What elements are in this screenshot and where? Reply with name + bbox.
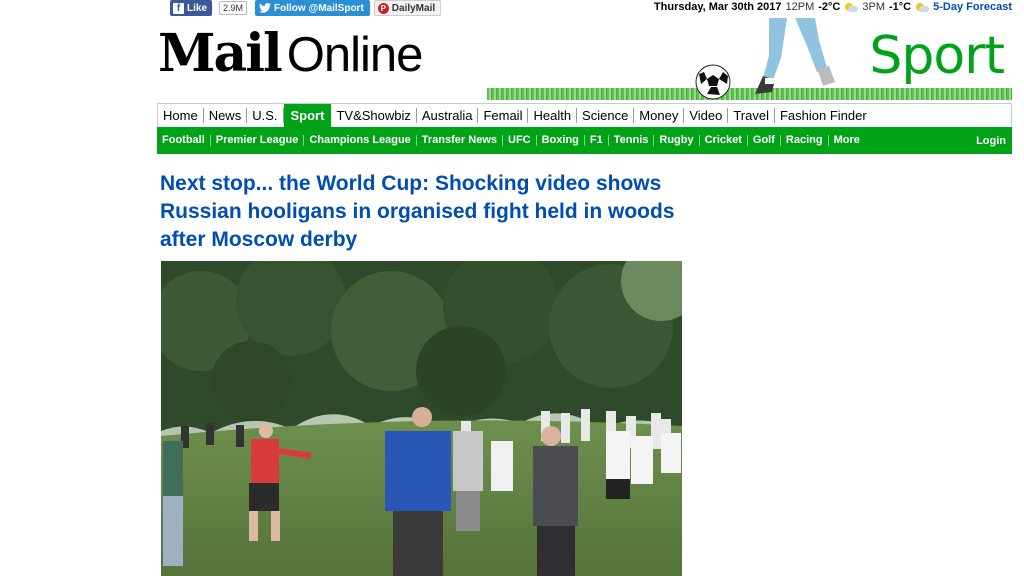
logo-online-text: Online xyxy=(286,28,424,82)
nav-item-news[interactable]: News xyxy=(204,108,248,123)
logo-mail-text: Mail xyxy=(158,23,283,84)
nav-item-health[interactable]: Health xyxy=(528,108,578,123)
article-headline[interactable]: Next stop... the World Cup: Shocking vid… xyxy=(160,170,700,254)
nav-item-money[interactable]: Money xyxy=(634,108,685,123)
twitter-follow-label: Follow @MailSport xyxy=(274,2,364,14)
partly-cloudy-icon xyxy=(844,2,859,13)
weather-time-2: 3PM xyxy=(862,1,885,13)
sport-subnavigation: Football Premier League Champions League… xyxy=(157,127,1012,154)
partly-cloudy-icon xyxy=(915,2,930,13)
top-bar: f Like 2.9M Follow @MailSport P DailyMai… xyxy=(0,0,1024,18)
main-navigation: Home News U.S. Sport TV&Showbiz Australi… xyxy=(157,103,1012,127)
subnav-item-ufc[interactable]: UFC xyxy=(503,135,537,146)
subnav-item-f1[interactable]: F1 xyxy=(585,135,609,146)
social-buttons: f Like 2.9M Follow @MailSport P DailyMai… xyxy=(170,0,442,16)
football-player-illustration xyxy=(695,18,835,100)
subnav-item-premier-league[interactable]: Premier League xyxy=(211,135,305,146)
subnav-item-boxing[interactable]: Boxing xyxy=(537,135,585,146)
subnav-item-cricket[interactable]: Cricket xyxy=(700,135,748,146)
weather-time-1: 12PM xyxy=(785,1,815,13)
facebook-like-count: 2.9M xyxy=(219,1,248,15)
weather-widget: Thursday, Mar 30th 2017 12PM -2°C 3PM -1… xyxy=(654,1,1012,13)
pinterest-label: DailyMail xyxy=(391,2,436,14)
facebook-like-label: Like xyxy=(187,2,208,14)
subnav-item-rugby[interactable]: Rugby xyxy=(654,135,700,146)
subnav-item-football[interactable]: Football xyxy=(157,135,211,146)
nav-item-tv-showbiz[interactable]: TV&Showbiz xyxy=(331,108,417,123)
weather-temp-1: -2°C xyxy=(818,1,841,13)
twitter-bird-icon xyxy=(259,3,272,13)
nav-item-us[interactable]: U.S. xyxy=(247,108,284,123)
nav-item-fashion-finder[interactable]: Fashion Finder xyxy=(775,108,872,123)
masthead: Mail Online Sport xyxy=(157,18,1012,100)
nav-item-femail[interactable]: Femail xyxy=(478,108,529,123)
mailonline-logo[interactable]: Mail Online xyxy=(158,23,424,84)
pinterest-follow-button[interactable]: P DailyMail xyxy=(373,0,442,16)
twitter-follow-button[interactable]: Follow @MailSport xyxy=(255,0,370,16)
subnav-item-more[interactable]: More xyxy=(829,135,865,146)
subnav-item-transfer-news[interactable]: Transfer News xyxy=(417,135,503,146)
nav-item-australia[interactable]: Australia xyxy=(417,108,479,123)
weather-temp-2: -1°C xyxy=(889,1,912,13)
subnav-item-tennis[interactable]: Tennis xyxy=(609,135,655,146)
subnav-item-champions-league[interactable]: Champions League xyxy=(304,135,417,146)
nav-item-video[interactable]: Video xyxy=(684,108,729,123)
login-link[interactable]: Login xyxy=(976,135,1006,147)
five-day-forecast-link[interactable]: 5-Day Forecast xyxy=(933,1,1012,13)
facebook-like-button[interactable]: f Like xyxy=(170,0,213,16)
pinterest-icon: P xyxy=(377,2,389,14)
subnav-item-racing[interactable]: Racing xyxy=(781,135,829,146)
facebook-icon: f xyxy=(173,2,184,14)
current-date: Thursday, Mar 30th 2017 xyxy=(653,1,782,13)
nav-item-sport[interactable]: Sport xyxy=(283,104,332,127)
nav-item-home[interactable]: Home xyxy=(158,108,204,123)
nav-item-travel[interactable]: Travel xyxy=(728,108,775,123)
section-title-sport[interactable]: Sport xyxy=(869,26,1005,86)
nav-item-science[interactable]: Science xyxy=(577,108,635,123)
article-video-still[interactable] xyxy=(161,261,682,576)
subnav-item-golf[interactable]: Golf xyxy=(748,135,781,146)
